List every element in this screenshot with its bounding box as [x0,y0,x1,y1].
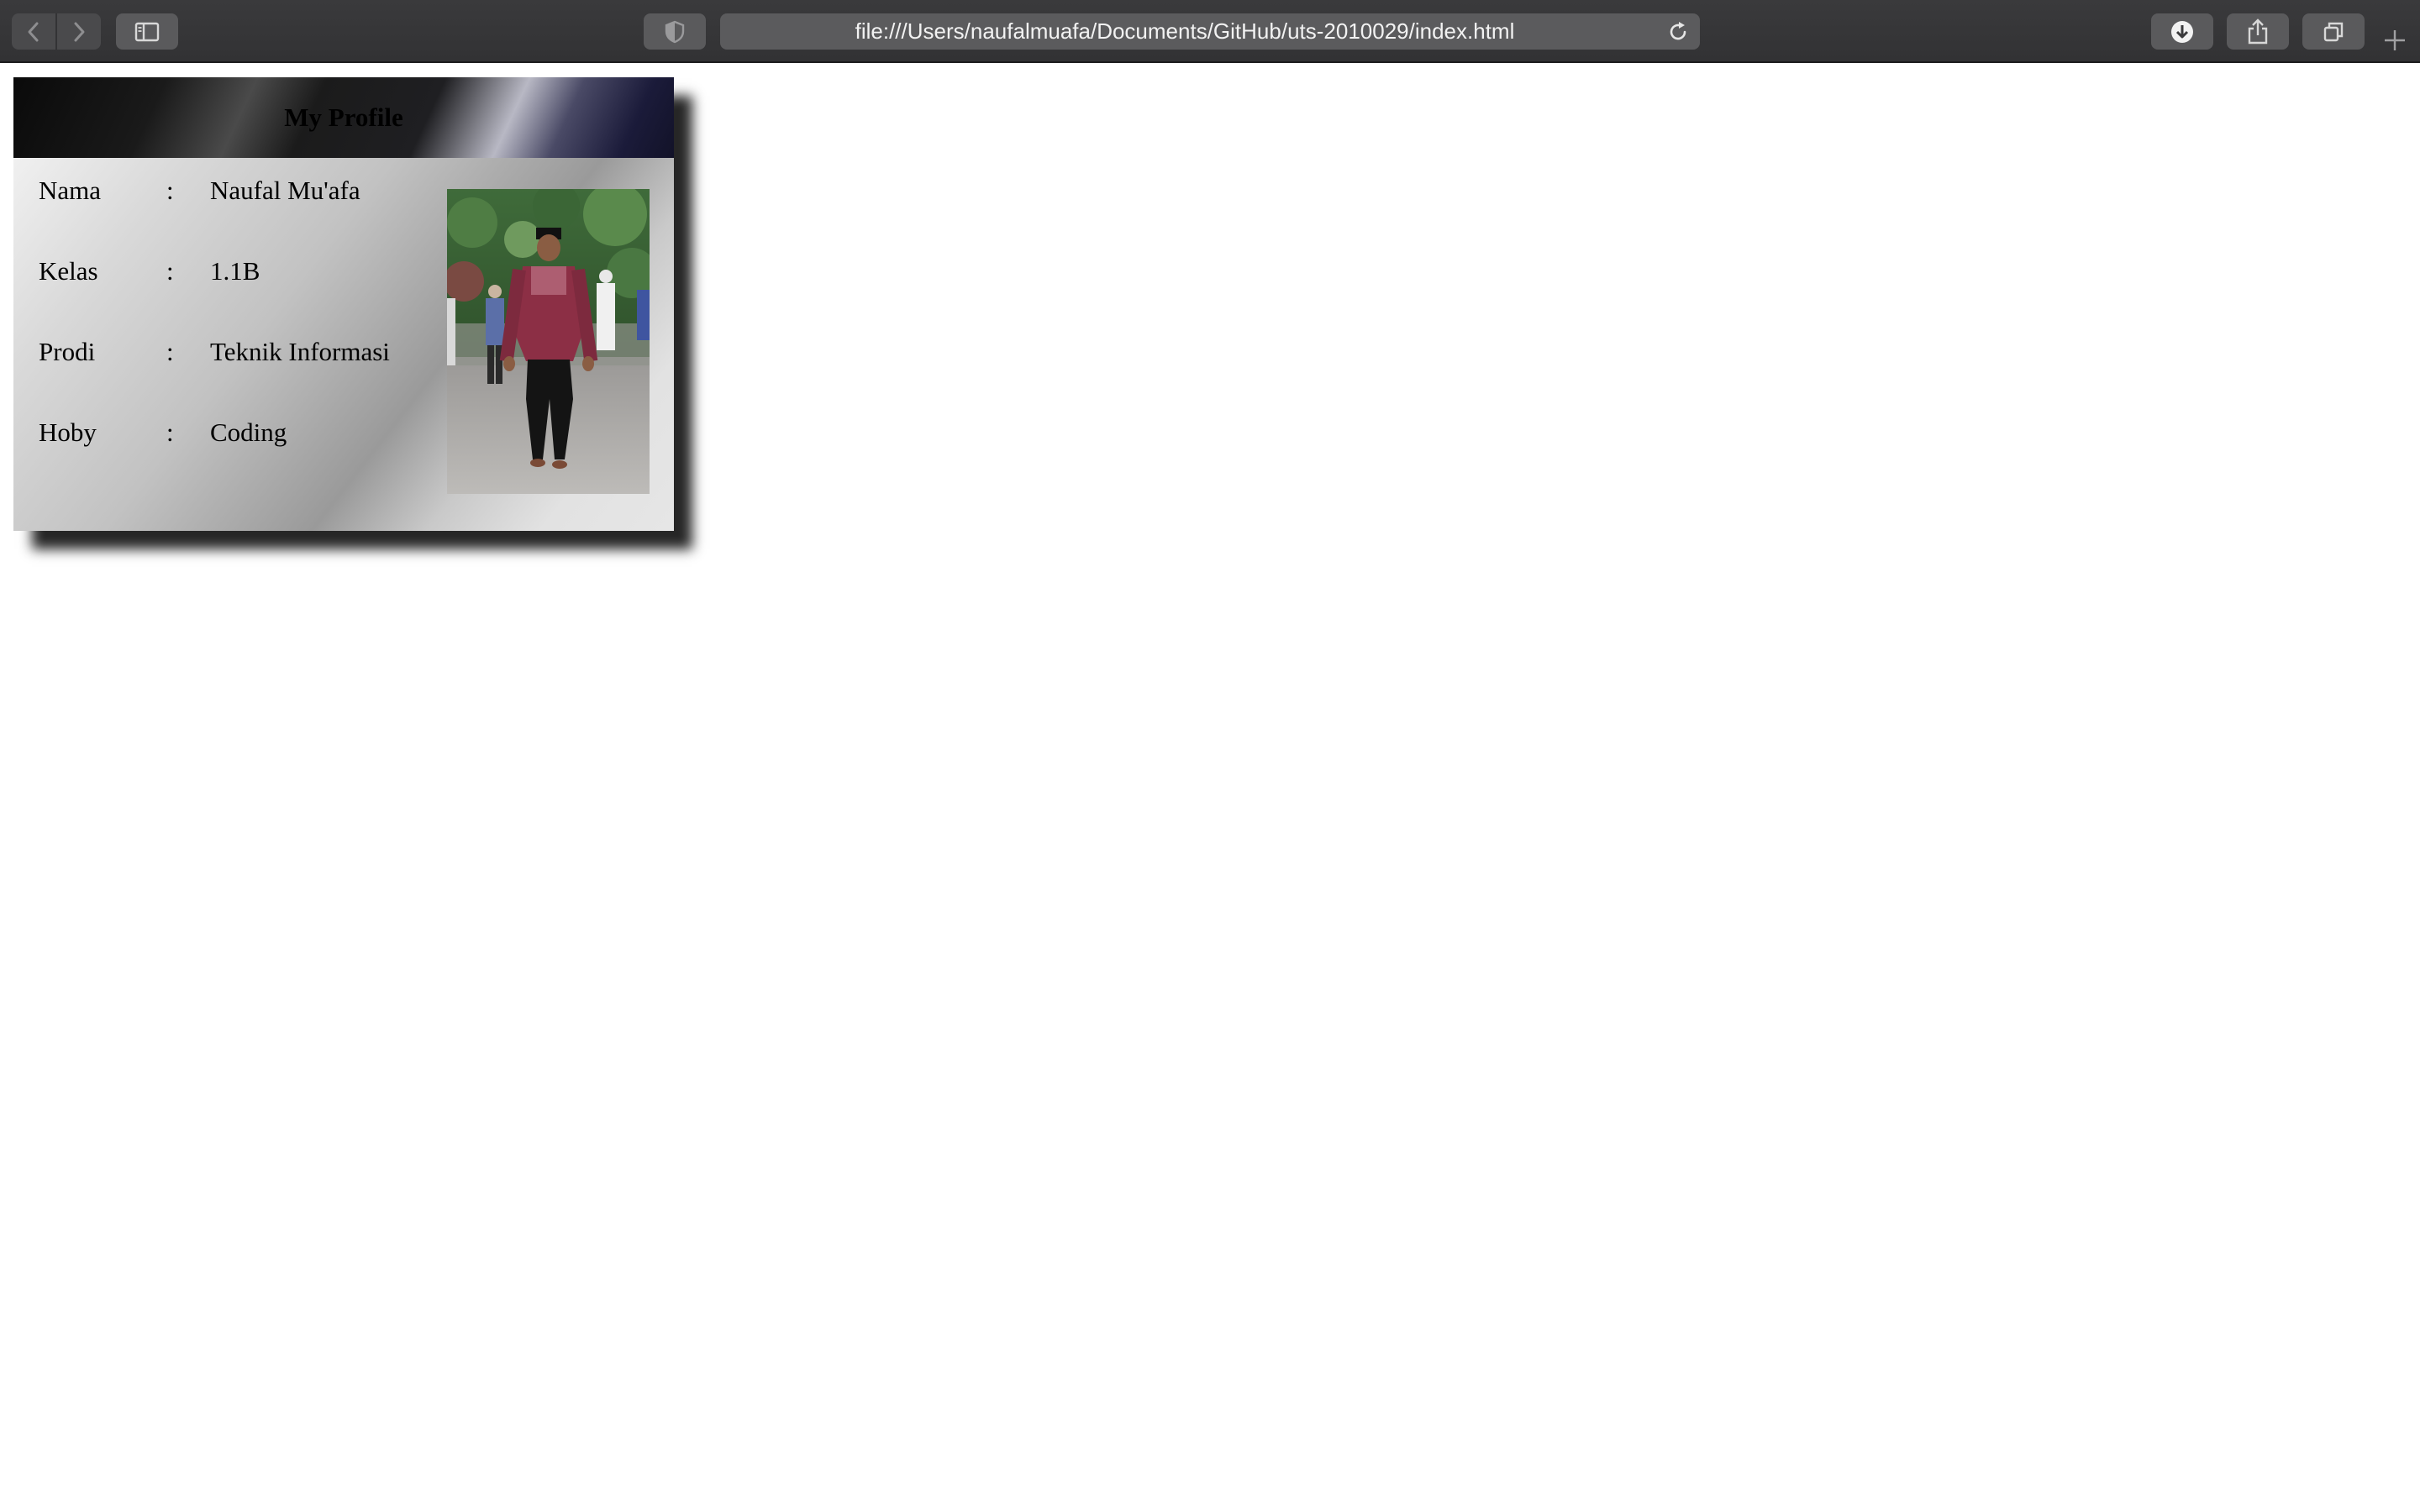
chevron-left-icon [28,22,39,41]
address-bar[interactable]: file:///Users/naufalmuafa/Documents/GitH… [720,13,1700,50]
navigation-buttons [12,13,101,50]
share-icon [2248,18,2268,44]
row-value: Naufal Mu'afa [210,176,360,205]
reload-icon[interactable] [1666,20,1690,44]
row-separator: : [166,337,174,366]
tab-overview-button[interactable] [2302,13,2365,50]
back-button[interactable] [12,13,55,50]
sidebar-toggle-button[interactable] [116,13,178,50]
download-icon [2171,20,2193,43]
share-button[interactable] [2227,13,2289,50]
person-photo-illustration [447,189,650,494]
row-separator: : [166,256,174,286]
new-tab-plus-icon[interactable] [2378,24,2412,57]
row-label: Hoby [39,417,97,447]
browser-toolbar: file:///Users/naufalmuafa/Documents/GitH… [0,0,2420,63]
row-label: Prodi [39,337,96,366]
profile-title: My Profile [284,102,403,132]
profile-body: Nama : Naufal Mu'afa Kelas : 1.1B Prodi … [13,158,674,531]
downloads-button[interactable] [2151,13,2213,50]
row-label: Kelas [39,256,98,286]
row-value: Coding [210,417,287,447]
row-separator: : [166,176,174,205]
row-value: 1.1B [210,256,260,286]
profile-header: My Profile [13,77,674,158]
row-separator: : [166,417,174,447]
row-label: Nama [39,176,102,205]
shield-icon [665,20,685,43]
tabs-icon [2323,22,2344,41]
sidebar-icon [134,22,160,41]
profile-card: My Profile Nama : Naufal Mu'afa Kelas : … [13,77,674,531]
chevron-right-icon [74,22,85,41]
row-value: Teknik Informasi [210,337,390,366]
forward-button[interactable] [57,13,101,50]
profile-photo [447,189,650,494]
url-text[interactable]: file:///Users/naufalmuafa/Documents/GitH… [720,13,1649,50]
privacy-shield-button[interactable] [644,13,706,50]
